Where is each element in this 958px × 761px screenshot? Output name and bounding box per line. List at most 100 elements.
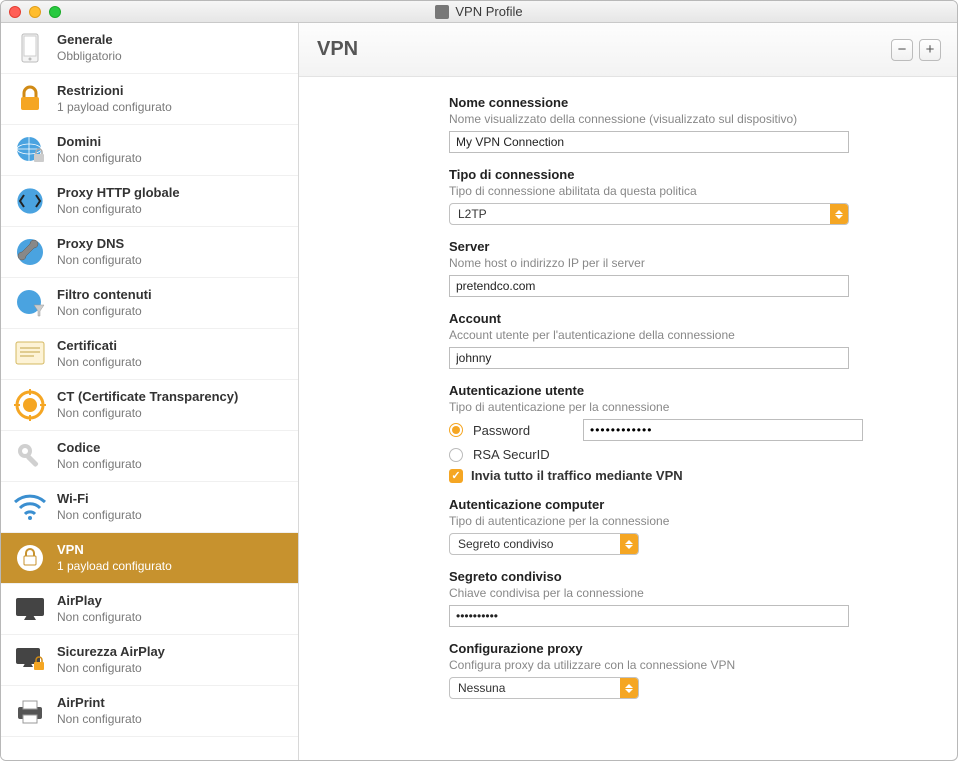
sidebar-item-label: Restrizioni	[57, 83, 172, 99]
sidebar-item-subtitle: Non configurato	[57, 406, 238, 421]
field-machine-auth: Autenticazione computer Tipo di autentic…	[449, 497, 933, 555]
sidebar-item-label: Certificati	[57, 338, 142, 354]
password-input[interactable]	[583, 419, 863, 441]
field-account: Account Account utente per l'autenticazi…	[449, 311, 933, 369]
radio-password[interactable]	[449, 423, 463, 437]
server-input[interactable]	[449, 275, 849, 297]
chevron-updown-icon	[620, 678, 638, 698]
select-value: L2TP	[450, 204, 830, 224]
sidebar-item-label: AirPlay	[57, 593, 142, 609]
select-value: Segreto condiviso	[450, 534, 620, 554]
field-connection-type: Tipo di connessione Tipo di connessione …	[449, 167, 933, 225]
window-title: VPN Profile	[455, 4, 522, 19]
sidebar-item-subtitle: Non configurato	[57, 304, 152, 319]
main-header: VPN − +	[299, 23, 957, 77]
sidebar-item-airplay-security[interactable]: Sicurezza AirPlay Non configurato	[1, 635, 298, 686]
checkbox-label: Invia tutto il traffico mediante VPN	[471, 468, 683, 483]
radio-row-password[interactable]: Password	[449, 419, 933, 441]
key-icon	[13, 439, 47, 473]
sidebar-item-ct[interactable]: CT (Certificate Transparency) Non config…	[1, 380, 298, 431]
select-value: Nessuna	[450, 678, 620, 698]
label: Configurazione proxy	[449, 641, 933, 656]
sidebar-item-restrictions[interactable]: Restrizioni 1 payload configurato	[1, 74, 298, 125]
titlebar: VPN Profile	[1, 1, 957, 23]
sidebar-item-airprint[interactable]: AirPrint Non configurato	[1, 686, 298, 737]
wrench-icon	[13, 235, 47, 269]
sidebar-item-subtitle: Non configurato	[57, 508, 142, 523]
description: Tipo di autenticazione per la connession…	[449, 514, 933, 528]
send-all-traffic-checkbox[interactable]	[449, 469, 463, 483]
sidebar-item-label: Proxy HTTP globale	[57, 185, 180, 201]
sidebar-item-subtitle: 1 payload configurato	[57, 100, 172, 115]
send-all-traffic-row[interactable]: Invia tutto il traffico mediante VPN	[449, 468, 933, 483]
wifi-icon	[13, 490, 47, 524]
label: Nome connessione	[449, 95, 933, 110]
printer-icon	[13, 694, 47, 728]
globe-arrows-icon	[13, 184, 47, 218]
sidebar-item-label: VPN	[57, 542, 172, 558]
label: Tipo di connessione	[449, 167, 933, 182]
connection-type-select[interactable]: L2TP	[449, 203, 849, 225]
ct-icon	[13, 388, 47, 422]
window: VPN Profile Generale Obbligatorio Restri…	[0, 0, 958, 761]
sidebar-item-http-proxy[interactable]: Proxy HTTP globale Non configurato	[1, 176, 298, 227]
remove-payload-button[interactable]: −	[891, 39, 913, 61]
sidebar-item-label: AirPrint	[57, 695, 142, 711]
account-input[interactable]	[449, 347, 849, 369]
radio-label: Password	[473, 423, 573, 438]
chevron-updown-icon	[830, 204, 848, 224]
profile-icon	[435, 5, 449, 19]
airplay-icon	[13, 592, 47, 626]
radio-rsa[interactable]	[449, 448, 463, 462]
sidebar-item-label: Filtro contenuti	[57, 287, 152, 303]
sidebar-item-label: Domini	[57, 134, 142, 150]
sidebar-item-label: Wi-Fi	[57, 491, 142, 507]
proxy-select[interactable]: Nessuna	[449, 677, 639, 699]
globe-funnel-icon	[13, 286, 47, 320]
sidebar-item-label: Generale	[57, 32, 122, 48]
page-title: VPN	[317, 38, 358, 61]
label: Server	[449, 239, 933, 254]
form-area: Nome connessione Nome visualizzato della…	[299, 77, 957, 760]
body: Generale Obbligatorio Restrizioni 1 payl…	[1, 23, 957, 760]
globe-lock-icon	[13, 133, 47, 167]
header-buttons: − +	[891, 39, 941, 61]
sidebar-item-vpn[interactable]: VPN 1 payload configurato	[1, 533, 298, 584]
sidebar-item-certificates[interactable]: Certificati Non configurato	[1, 329, 298, 380]
sidebar-item-subtitle: Non configurato	[57, 712, 142, 727]
vpn-icon	[13, 541, 47, 575]
sidebar-item-wifi[interactable]: Wi-Fi Non configurato	[1, 482, 298, 533]
sidebar-item-airplay[interactable]: AirPlay Non configurato	[1, 584, 298, 635]
field-server: Server Nome host o indirizzo IP per il s…	[449, 239, 933, 297]
sidebar-item-subtitle: Obbligatorio	[57, 49, 122, 64]
field-user-auth: Autenticazione utente Tipo di autenticaz…	[449, 383, 933, 483]
label: Autenticazione utente	[449, 383, 933, 398]
add-payload-button[interactable]: +	[919, 39, 941, 61]
description: Nome host o indirizzo IP per il server	[449, 256, 933, 270]
airplay-lock-icon	[13, 643, 47, 677]
sidebar-item-content-filter[interactable]: Filtro contenuti Non configurato	[1, 278, 298, 329]
sidebar-item-label: CT (Certificate Transparency)	[57, 389, 238, 405]
field-shared-secret: Segreto condiviso Chiave condivisa per l…	[449, 569, 933, 627]
machine-auth-select[interactable]: Segreto condiviso	[449, 533, 639, 555]
radio-row-rsa[interactable]: RSA SecurID	[449, 447, 933, 462]
radio-label: RSA SecurID	[473, 447, 573, 462]
sidebar-item-domains[interactable]: Domini Non configurato	[1, 125, 298, 176]
sidebar-item-subtitle: Non configurato	[57, 457, 142, 472]
lock-icon	[13, 82, 47, 116]
sidebar[interactable]: Generale Obbligatorio Restrizioni 1 payl…	[1, 23, 299, 760]
description: Account utente per l'autenticazione dell…	[449, 328, 933, 342]
chevron-updown-icon	[620, 534, 638, 554]
sidebar-item-dns-proxy[interactable]: Proxy DNS Non configurato	[1, 227, 298, 278]
cert-icon	[13, 337, 47, 371]
main-panel: VPN − + Nome connessione Nome visualizza…	[299, 23, 957, 760]
sidebar-item-passcode[interactable]: Codice Non configurato	[1, 431, 298, 482]
label: Account	[449, 311, 933, 326]
connection-name-input[interactable]	[449, 131, 849, 153]
field-proxy: Configurazione proxy Configura proxy da …	[449, 641, 933, 699]
shared-secret-input[interactable]	[449, 605, 849, 627]
description: Tipo di connessione abilitata da questa …	[449, 184, 933, 198]
sidebar-item-label: Sicurezza AirPlay	[57, 644, 165, 660]
sidebar-item-general[interactable]: Generale Obbligatorio	[1, 23, 298, 74]
sidebar-item-subtitle: Non configurato	[57, 151, 142, 166]
